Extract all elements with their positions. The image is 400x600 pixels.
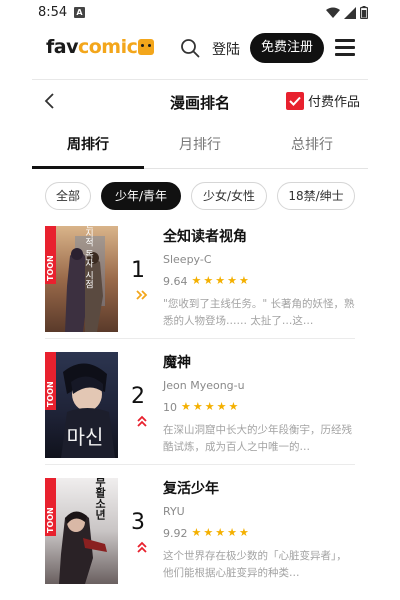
favcomic-logo[interactable]: favcomic (46, 36, 155, 58)
active-tab-indicator (32, 166, 144, 169)
comic-title[interactable]: 复活少年 (163, 478, 355, 500)
tab-weekly[interactable]: 周排行 (32, 128, 144, 168)
comic-description: 在深山洞窟中长大的少年段衡宇，历经残酷试炼，成为百人之中唯一的… (163, 424, 352, 453)
search-icon[interactable] (180, 38, 200, 58)
row-divider (45, 464, 355, 465)
cover-title-text: 전지적 독자 시점 (83, 226, 93, 288)
comic-description: "您收到了主线任务。" 长著角的妖怪，熟悉的人物登场…… 太扯了…这… (163, 298, 355, 327)
logo-mascot-icon (138, 39, 155, 55)
comic-info: 全知读者视角 Sleepy-C 9.64 ★ ★ ★ ★ ★ "您收到了主线任务。" 长… (163, 226, 355, 330)
ranking-item[interactable]: 부활소년 TOON 3 复活少年 RYU 9.92 ★ ★ ★ ★ ★ 这个世界存在极少… (45, 478, 355, 594)
comic-cover[interactable]: 부활소년 TOON (45, 478, 118, 584)
ranking-item[interactable]: 전지적 독자 시점 TOON 1 全知读者视角 Sleepy-C 9.64 ★ ★… (45, 226, 355, 342)
header-divider (32, 79, 368, 80)
comic-author: RYU (163, 505, 185, 518)
tab-total[interactable]: 总排行 (256, 128, 368, 168)
logo-text-comic: comic (77, 36, 138, 58)
star-icon: ★ (215, 274, 226, 287)
star-icon: ★ (191, 274, 202, 287)
star-icon: ★ (191, 526, 202, 539)
notification-icon: A (74, 7, 85, 18)
rank-number: 3 (131, 510, 145, 535)
status-time: 8:54 (38, 5, 68, 20)
filter-all[interactable]: 全部 (45, 182, 91, 210)
hamburger-menu-icon[interactable] (335, 39, 355, 56)
comic-info: 魔神 Jeon Myeong-u 10 ★ ★ ★ ★ ★ 在深山洞窟中长大的少年段衡宇… (163, 352, 355, 456)
cover-title-text: 부활소년 (94, 478, 107, 520)
cover-title-text: 마신 (67, 425, 104, 449)
double-chevron-up-icon (137, 415, 147, 427)
comic-title[interactable]: 魔神 (163, 352, 355, 374)
wifi-icon (326, 7, 340, 18)
status-icons (326, 6, 368, 19)
ranking-item[interactable]: 마신 TOON 2 魔神 Jeon Myeong-u 10 ★ ★ ★ ★ ★ 在深山洞… (45, 352, 355, 468)
rating-score: 9.64 (163, 274, 188, 288)
comic-title[interactable]: 全知读者视角 (163, 226, 355, 248)
paid-works-toggle[interactable]: 付费作品 (285, 91, 360, 110)
comic-author: Sleepy-C (163, 253, 212, 266)
star-icon: ★ (203, 526, 214, 539)
signal-icon (344, 6, 356, 19)
star-icon: ★ (216, 400, 227, 413)
filter-adult[interactable]: 18禁/绅士 (277, 182, 355, 210)
login-link[interactable]: 登陆 (212, 39, 240, 59)
register-button[interactable]: 免费注册 (250, 33, 324, 63)
comic-description: 这个世界存在极少数的「心脏变异者」，他们能根据心脏变异的种类… (163, 550, 347, 579)
star-icon: ★ (239, 526, 249, 539)
comic-author: Jeon Myeong-u (163, 379, 245, 392)
status-bar: 8:54 A (0, 0, 400, 26)
back-arrow-icon[interactable] (42, 92, 58, 110)
star-icon: ★ (204, 400, 215, 413)
cover-badge: TOON (46, 381, 55, 407)
title-bar: 漫画排名 付费作品 (32, 84, 368, 120)
double-chevron-right-icon (136, 290, 148, 300)
tab-monthly[interactable]: 月排行 (144, 128, 256, 168)
cover-badge: TOON (46, 507, 55, 533)
rating: 10 ★ ★ ★ ★ ★ (163, 400, 355, 414)
ranking-tabs: 周排行 月排行 总排行 (32, 128, 368, 168)
star-icon: ★ (192, 400, 203, 413)
star-icon: ★ (227, 526, 237, 539)
star-icon: ★ (203, 274, 214, 287)
rating-score: 9.92 (163, 526, 188, 540)
paid-works-checkbox[interactable] (285, 91, 304, 110)
check-icon (289, 96, 301, 106)
paid-works-label: 付费作品 (307, 95, 360, 110)
star-icon: ★ (228, 400, 239, 413)
logo-text-fav: fav (46, 36, 78, 58)
comic-cover[interactable]: 전지적 독자 시점 TOON (45, 226, 118, 332)
filter-shoujo[interactable]: 少女/女性 (191, 182, 267, 210)
rating: 9.92 ★ ★ ★ ★ ★ (163, 526, 355, 540)
rating-score: 10 (163, 400, 177, 414)
battery-icon (360, 6, 368, 19)
row-divider (45, 338, 355, 339)
rank-number: 1 (131, 258, 145, 283)
star-icon: ★ (227, 274, 237, 287)
star-icon: ★ (181, 400, 191, 413)
cover-badge: TOON (46, 255, 55, 281)
star-icon: ★ (215, 526, 226, 539)
star-icon: ★ (239, 274, 249, 287)
double-chevron-up-icon (137, 541, 147, 553)
comic-cover[interactable]: 마신 TOON (45, 352, 118, 458)
comic-info: 复活少年 RYU 9.92 ★ ★ ★ ★ ★ 这个世界存在极少数的「心脏变异者」，他们… (163, 478, 355, 582)
rating: 9.64 ★ ★ ★ ★ ★ (163, 274, 355, 288)
filter-shounen[interactable]: 少年/青年 (101, 182, 181, 210)
site-header: favcomic 登陆 免费注册 (32, 26, 368, 76)
rank-number: 2 (131, 384, 145, 409)
